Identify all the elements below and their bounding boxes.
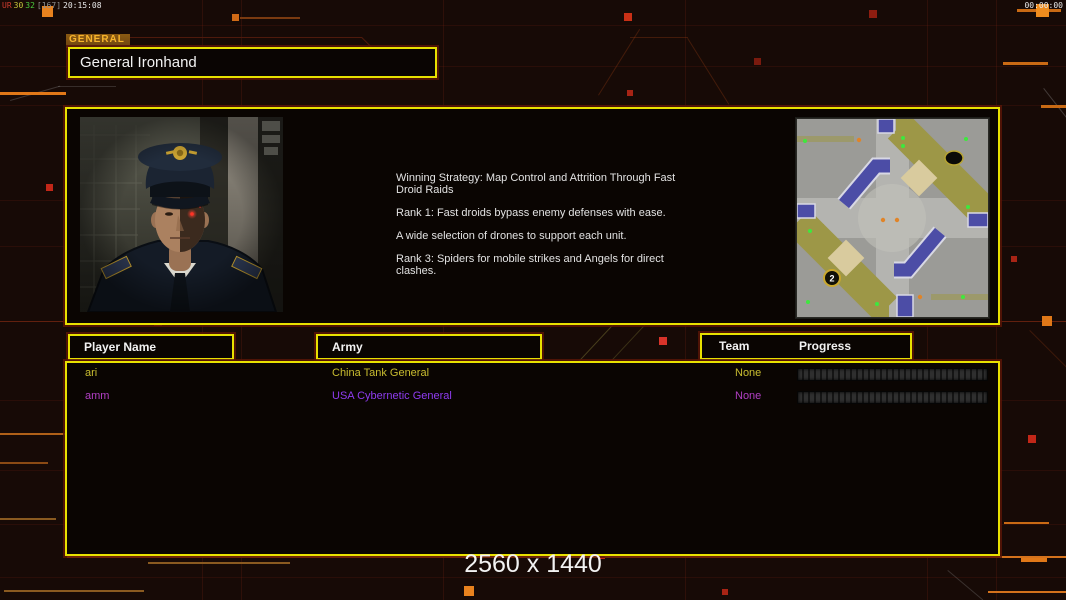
strategy-line: A wide selection of drones to support ea…: [396, 230, 627, 242]
strategy-line: Rank 3: Spiders for mobile strikes and A…: [396, 253, 664, 277]
game-screen: UR 30 32 [167] 20:15:08 00:00:00 GENERAL Gen…: [0, 0, 1066, 600]
circuit-line: [630, 37, 688, 38]
circuit-line: [598, 28, 641, 96]
decor-line: [0, 92, 66, 95]
resolution-label: 2560 x 1440: [464, 550, 602, 578]
general-portrait: [80, 117, 283, 312]
perf-clock: 20:15:08: [63, 1, 102, 10]
decor-square: [1042, 316, 1052, 326]
session-clock: 00:00:00: [1024, 1, 1063, 10]
player-list-panel: ari China Tank General None amm USA Cybe…: [65, 361, 1000, 556]
perf-tag: UR: [2, 1, 12, 10]
start-marker-2: 2: [823, 269, 841, 287]
loading-progress-bar: [797, 391, 988, 404]
column-header-team-progress: Team Progress: [700, 333, 912, 360]
decor-square: [659, 337, 667, 345]
decor-square: [232, 14, 239, 21]
strategy-text: Winning Strategy: Map Control and Attrit…: [396, 172, 698, 288]
perf-value-b: 32: [25, 1, 35, 10]
column-header-army: Army: [316, 334, 542, 360]
decor-line: [240, 17, 300, 19]
player-row: ari China Tank General None: [67, 367, 994, 383]
decor-line: [0, 518, 56, 520]
team-header-label: Team: [719, 339, 750, 353]
player-row: amm USA Cybernetic General None: [67, 390, 994, 406]
progress-header-label: Progress: [799, 339, 852, 353]
general-name-box: General Ironhand: [68, 47, 437, 78]
player-name-header-label: Player Name: [84, 340, 157, 354]
circuit-line: [687, 38, 730, 105]
decor-square: [1028, 435, 1036, 443]
perf-value-c: [167]: [36, 1, 62, 10]
decor-square: [722, 589, 728, 595]
player-team: None: [735, 367, 762, 379]
start-marker-2-label: 2: [829, 274, 834, 284]
player-name: amm: [85, 390, 110, 402]
decor-square: [1011, 256, 1017, 262]
strategy-line: Winning Strategy: Map Control and Attrit…: [396, 172, 676, 196]
start-marker-1: [944, 150, 964, 166]
player-army: China Tank General: [332, 367, 430, 379]
performance-overlay: UR 30 32 [167] 20:15:08: [2, 1, 104, 10]
loading-progress-bar: [797, 368, 988, 381]
decor-line: [1004, 522, 1049, 524]
general-name: General Ironhand: [80, 54, 197, 71]
map-preview: 2: [795, 117, 990, 319]
decor-square: [464, 586, 474, 596]
decor-line: [1003, 62, 1048, 65]
circuit-line: [1029, 330, 1066, 368]
general-tab-label: GENERAL: [66, 34, 130, 48]
grid-line: [0, 25, 1066, 26]
decor-line: [0, 433, 67, 435]
strategy-line: Rank 1: Fast droids bypass enemy defense…: [396, 207, 666, 219]
decor-line: [988, 591, 1066, 593]
player-team: None: [735, 390, 762, 402]
general-detail-panel: Winning Strategy: Map Control and Attrit…: [65, 107, 1000, 325]
decor-square: [869, 10, 877, 18]
army-header-label: Army: [332, 340, 363, 354]
decor-square: [624, 13, 632, 21]
decor-square: [627, 90, 633, 96]
column-header-player-name: Player Name: [68, 334, 234, 360]
player-army: USA Cybernetic General: [332, 390, 452, 402]
decor-square: [46, 184, 53, 191]
circuit-line: [58, 86, 116, 87]
decor-square: [754, 58, 761, 65]
decor-line: [0, 462, 48, 464]
circuit-line: [100, 37, 362, 38]
decor-line: [4, 590, 144, 592]
decor-line: [1041, 105, 1066, 108]
grid-line: [0, 105, 1066, 106]
perf-value-a: 30: [13, 1, 24, 10]
player-name: ari: [85, 367, 98, 379]
